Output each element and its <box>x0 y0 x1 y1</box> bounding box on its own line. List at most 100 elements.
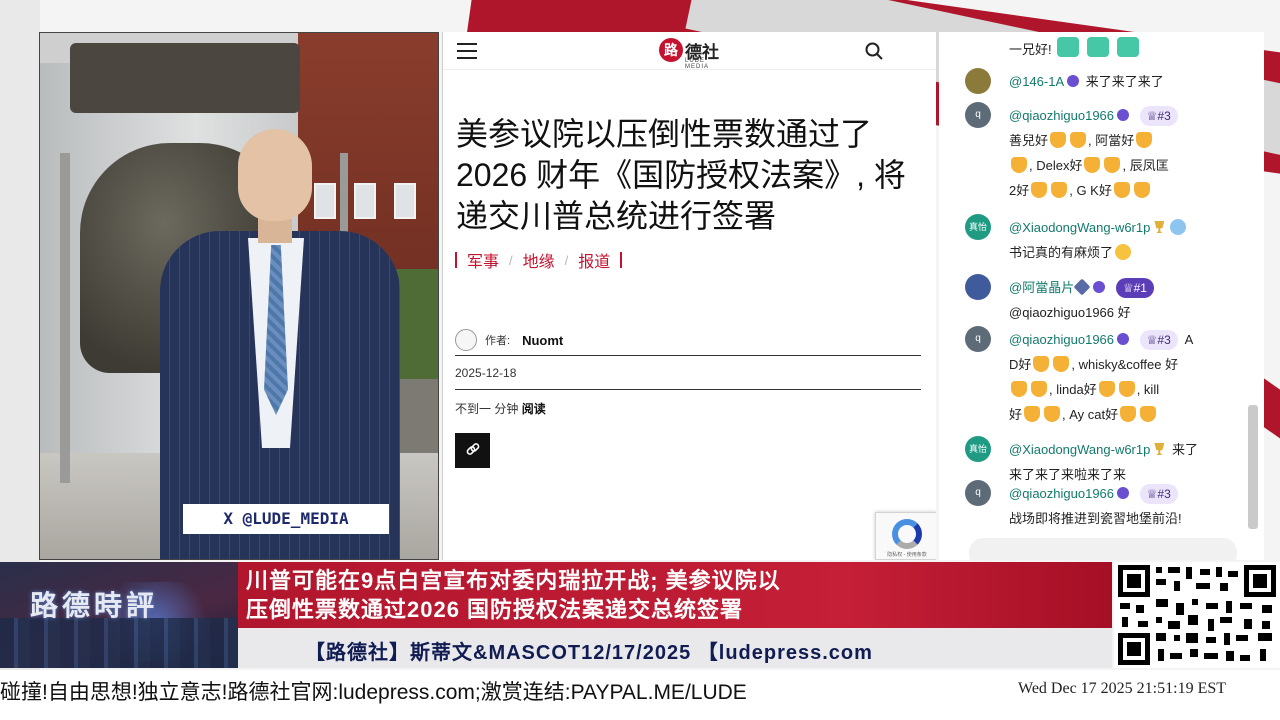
grin-emoji <box>1115 244 1132 260</box>
chat-username[interactable]: @阿當晶片 <box>1009 280 1074 295</box>
headline-band: 川普可能在9点白宫宣布对委内瑞拉开战; 美参议院以 压倒性票数通过2026 国防… <box>238 562 1112 628</box>
chat-text: 来了来了来了 <box>1085 74 1164 89</box>
rank-value: #1 <box>1133 281 1147 295</box>
qr-code-icon <box>1116 563 1278 667</box>
category-link[interactable]: 军事 <box>467 248 499 272</box>
pray-hands-emoji <box>1033 356 1050 372</box>
handshake-emoji <box>1118 381 1135 397</box>
article-topbar: 路 德社 LUDE MEDIA <box>443 32 936 70</box>
site-logo-subtitle: LUDE MEDIA <box>685 58 710 70</box>
chat-text: D好 <box>1009 357 1032 372</box>
news-headline-line2: 压倒性票数通过2026 国防授权法案递交总统签署 <box>246 597 744 622</box>
bottom-ticker: 碰撞!自由思想!独立意志!路德社官网:ludepress.com;激赏连结:PA… <box>0 670 1280 710</box>
chat-text: 来了来了来啦来了来 <box>1009 467 1127 482</box>
menu-icon[interactable] <box>457 43 477 59</box>
chat-avatar[interactable]: 真怡 <box>965 436 991 462</box>
chat-scrollbar[interactable] <box>1248 405 1258 529</box>
chat-text: , linda好 <box>1049 382 1097 397</box>
chat-message-text: @XiaodongWang-w6r1p 来了 来了来了来啦来了来 <box>1009 437 1229 487</box>
pray-hands-emoji <box>1031 182 1048 198</box>
chat-avatar[interactable]: q <box>965 102 991 128</box>
video-post <box>60 153 70 483</box>
article-categories: 军事 / 地缘 / 报道 <box>455 248 623 272</box>
logo-cityscape <box>0 618 238 668</box>
rank-value: #3 <box>1157 333 1171 347</box>
rank-value: #3 <box>1157 487 1171 501</box>
category-separator: / <box>509 252 513 268</box>
crown-icon: ♕ <box>1146 333 1158 347</box>
crown-icon: ♕ <box>1146 109 1158 123</box>
show-info-bar: 【路德社】斯蒂文&MASCOT12/17/2025 【ludepress.com <box>238 628 1112 668</box>
recaptcha-icon <box>892 519 922 549</box>
search-icon[interactable] <box>865 42 883 60</box>
chat-message-text: @XiaodongWang-w6r1p 书记真的有麻烦了 <box>1009 215 1229 265</box>
chat-username[interactable]: @qiaozhiguo1966 <box>1009 486 1114 501</box>
article-date: 2025-12-18 <box>455 366 517 380</box>
chat-username[interactable]: @qiaozhiguo1966 <box>1009 108 1114 123</box>
moderator-badge-icon <box>1117 487 1130 499</box>
chat-text: 2好 <box>1009 183 1030 198</box>
scream-emoji <box>1170 219 1187 235</box>
category-divider <box>620 252 623 268</box>
base-strip <box>0 710 1280 720</box>
pray-hands-emoji <box>1084 157 1101 173</box>
pray-hands-emoji <box>1011 381 1027 397</box>
live-chat-panel: 一兄好! @146-1A 来了来了来了 q @qiaozhiguo1966 ♕#… <box>939 32 1264 560</box>
rank-value: #3 <box>1157 109 1171 123</box>
site-logo-badge: 路 <box>659 38 683 62</box>
chat-username[interactable]: @qiaozhiguo1966 <box>1009 332 1114 347</box>
moderator-badge-icon <box>1117 109 1130 121</box>
show-logo: 路德時評 <box>0 562 238 668</box>
chat-message-text: @146-1A 来了来了来了 <box>1009 69 1229 94</box>
article-author: 作者: Nuomt <box>455 324 921 356</box>
recaptcha-badge[interactable]: 隐私权 - 使用条款 <box>875 512 936 560</box>
chat-text: 来了 <box>1171 442 1198 457</box>
article-panel: 路 德社 LUDE MEDIA 美参议院以压倒性票数通过了 2026 财年《国防… <box>442 32 936 560</box>
sticker-emoji <box>1116 37 1139 57</box>
chat-text: , 辰凤匡 <box>1122 158 1169 173</box>
chat-text: , kill <box>1136 382 1160 397</box>
divider <box>455 355 921 356</box>
handshake-emoji <box>1070 132 1087 148</box>
chat-username[interactable]: @146-1A <box>1009 74 1064 89</box>
chat-input[interactable] <box>969 538 1237 560</box>
video-caption: X @LUDE_MEDIA <box>183 504 389 534</box>
chat-text: 战场即将推进到瓷習地堡前沿! <box>1009 511 1182 526</box>
chat-text: 书记真的有麻烦了 <box>1009 245 1114 260</box>
ticker-marquee: 碰撞!自由思想!独立意志!路德社官网:ludepress.com;激赏连结:PA… <box>0 681 747 704</box>
moderator-badge-icon <box>1093 281 1106 293</box>
chat-avatar[interactable]: q <box>965 480 991 506</box>
chat-text: , G K好 <box>1069 183 1112 198</box>
chat-avatar[interactable]: 真怡 <box>965 214 991 240</box>
pray-hands-emoji <box>1120 406 1137 422</box>
pray-hands-emoji <box>1136 132 1153 148</box>
chat-avatar[interactable] <box>965 274 991 300</box>
chat-avatar[interactable] <box>965 68 991 94</box>
chat-text: A <box>1184 332 1194 347</box>
site-logo[interactable]: 路 德社 LUDE MEDIA <box>659 36 725 70</box>
trophy-icon <box>1154 221 1165 233</box>
news-headline: 川普可能在9点白宫宣布对委内瑞拉开战; 美参议院以 压倒性票数通过2026 国防… <box>246 566 1106 624</box>
chat-text: , Delex好 <box>1029 158 1083 173</box>
chat-avatar[interactable]: q <box>965 326 991 352</box>
chat-text: 好 <box>1009 407 1023 422</box>
chat-message-text: @qiaozhiguo1966 ♕#3 战场即将推进到瓷習地堡前沿! <box>1009 481 1229 531</box>
author-name[interactable]: Nuomt <box>522 333 563 348</box>
handshake-emoji <box>1140 406 1157 422</box>
clock: Wed Dec 17 2025 21:51:19 EST <box>1018 680 1227 697</box>
chat-message-text: @qiaozhiguo1966 ♕#3 A D好 , whisky&coffee … <box>1009 327 1229 427</box>
video-window <box>314 183 336 219</box>
chat-username[interactable]: @XiaodongWang-w6r1p <box>1009 442 1150 457</box>
author-avatar[interactable] <box>455 329 477 351</box>
category-link[interactable]: 地缘 <box>523 248 555 272</box>
presenter-head <box>238 129 312 221</box>
moderator-badge-icon <box>1117 333 1130 345</box>
chat-username[interactable]: @XiaodongWang-w6r1p <box>1009 220 1150 235</box>
recaptcha-text: 隐私权 - 使用条款 <box>887 552 927 558</box>
read-time-label: 阅读 <box>521 402 546 416</box>
category-link[interactable]: 报道 <box>578 248 610 272</box>
video-window <box>394 183 416 219</box>
copy-link-button[interactable] <box>455 433 490 468</box>
link-icon <box>466 443 480 455</box>
category-divider <box>455 252 457 268</box>
